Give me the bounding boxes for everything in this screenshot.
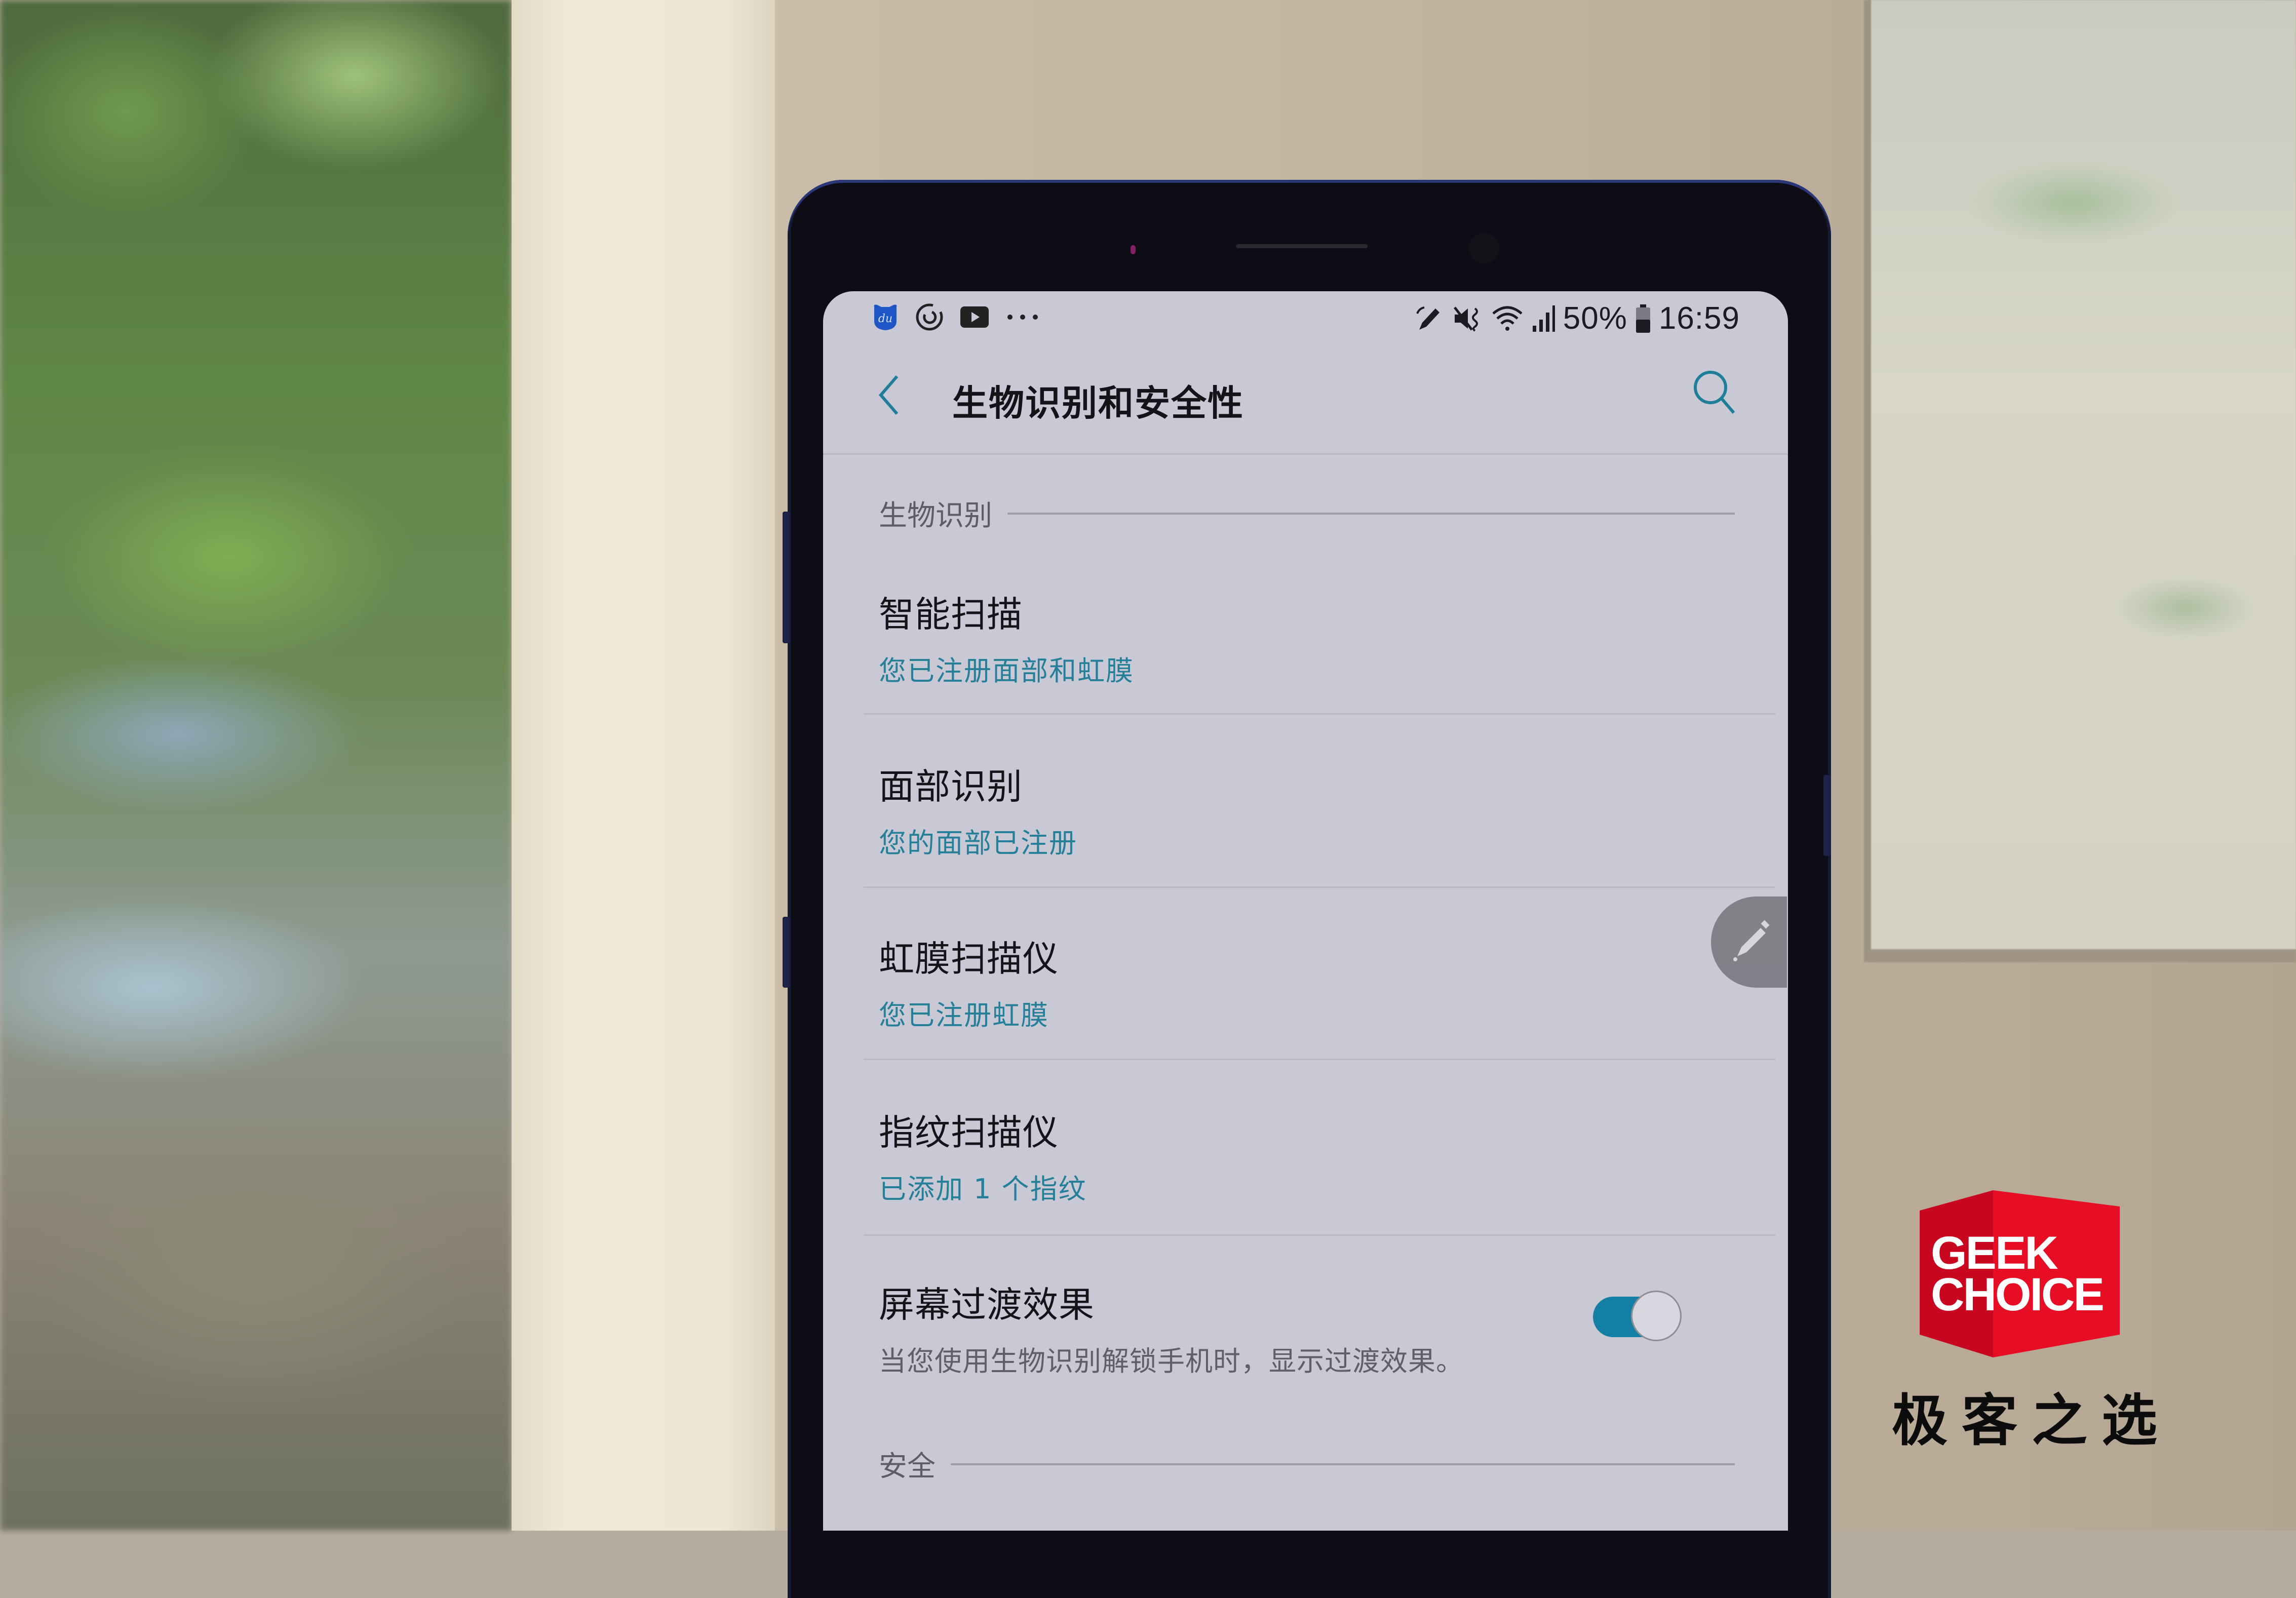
background-foliage xyxy=(0,0,512,1531)
list-item-fingerprint-scanner[interactable]: 指纹扫描仪 已添加 1 个指纹 xyxy=(879,1104,1735,1206)
list-item-intelligent-scan[interactable]: 智能扫描 您已注册面部和虹膜 xyxy=(879,586,1735,688)
list-item-face-recognition[interactable]: 面部识别 您的面部已注册 xyxy=(879,758,1735,861)
item-title: 智能扫描 xyxy=(879,594,1023,635)
chevron-left-icon xyxy=(879,375,899,415)
battery-percent: 50% xyxy=(1563,301,1627,336)
pencil-icon xyxy=(1733,920,1770,961)
svg-text:du: du xyxy=(878,313,892,325)
background-window xyxy=(1864,0,2296,962)
item-title: 指纹扫描仪 xyxy=(879,1112,1059,1153)
pen-icon xyxy=(1414,303,1445,334)
item-subtitle: 您已注册虹膜 xyxy=(879,999,1049,1031)
app-bar: 生物识别和安全性 xyxy=(823,347,1788,443)
sync-icon xyxy=(915,302,944,332)
item-divider xyxy=(864,713,1775,715)
page-title: 生物识别和安全性 xyxy=(952,382,1244,424)
item-subtitle: 您已注册面部和虹膜 xyxy=(879,655,1134,687)
battery-icon xyxy=(1635,303,1652,334)
section-rule xyxy=(1007,512,1735,515)
logo-line-2: CHOICE xyxy=(1931,1269,2105,1320)
section-rule xyxy=(951,1463,1735,1465)
list-item-iris-scanner[interactable]: 虹膜扫描仪 您已注册虹膜 xyxy=(879,930,1735,1033)
item-subtitle: 当您使用生物识别解锁手机时，显示过渡效果。 xyxy=(879,1345,1464,1377)
back-button[interactable] xyxy=(874,372,904,418)
clock: 16:59 xyxy=(1658,301,1740,336)
item-divider xyxy=(864,1059,1775,1060)
item-title: 面部识别 xyxy=(879,766,1023,807)
item-divider xyxy=(864,886,1775,888)
du-app-icon: du xyxy=(871,303,900,331)
item-title: 虹膜扫描仪 xyxy=(879,938,1059,980)
list-item-screen-transition-effect[interactable]: 屏幕过渡效果 当您使用生物识别解锁手机时，显示过渡效果。 xyxy=(879,1276,1735,1379)
wifi-icon xyxy=(1491,303,1524,334)
transition-effect-toggle[interactable] xyxy=(1590,1291,1682,1342)
section-header-security: 安全 xyxy=(879,1444,1735,1485)
earpiece xyxy=(1236,244,1368,248)
status-bar: du 50% 16:59 xyxy=(823,291,1788,347)
search-button[interactable] xyxy=(1689,367,1740,418)
toggle-knob xyxy=(1631,1291,1682,1341)
section-header-label: 生物识别 xyxy=(879,499,992,532)
background-wooden-post xyxy=(512,0,775,1531)
front-camera xyxy=(1469,233,1499,263)
app-bar-divider xyxy=(823,453,1788,455)
logo-chinese-name: 极客之选 xyxy=(1892,1388,2171,1453)
bixby-key xyxy=(783,917,790,988)
phone-screen: du 50% 16:59 生物识别和安全性 生物识别 智能扫描 您已注册面部和虹… xyxy=(823,291,1788,1531)
section-header-biometrics: 生物识别 xyxy=(879,493,1735,534)
geek-choice-logo: GEEK CHOICE xyxy=(1920,1190,2137,1357)
power-key xyxy=(1823,775,1831,856)
logo-text: GEEK CHOICE xyxy=(1920,1190,2137,1357)
signal-icon xyxy=(1531,303,1556,334)
section-header-label: 安全 xyxy=(879,1450,936,1483)
item-subtitle: 您的面部已注册 xyxy=(879,827,1077,859)
search-icon xyxy=(1694,371,1735,414)
mute-vibrate-icon xyxy=(1452,303,1484,334)
video-icon xyxy=(959,305,990,329)
item-subtitle: 已添加 1 个指纹 xyxy=(879,1173,1087,1205)
iris-sensor-light xyxy=(1131,245,1136,254)
volume-key xyxy=(783,512,790,643)
more-notifications-icon xyxy=(1005,312,1040,322)
edge-panel-handle[interactable] xyxy=(1711,897,1787,988)
logo-line-1: GEEK xyxy=(1931,1227,2058,1279)
item-divider xyxy=(864,1234,1775,1236)
